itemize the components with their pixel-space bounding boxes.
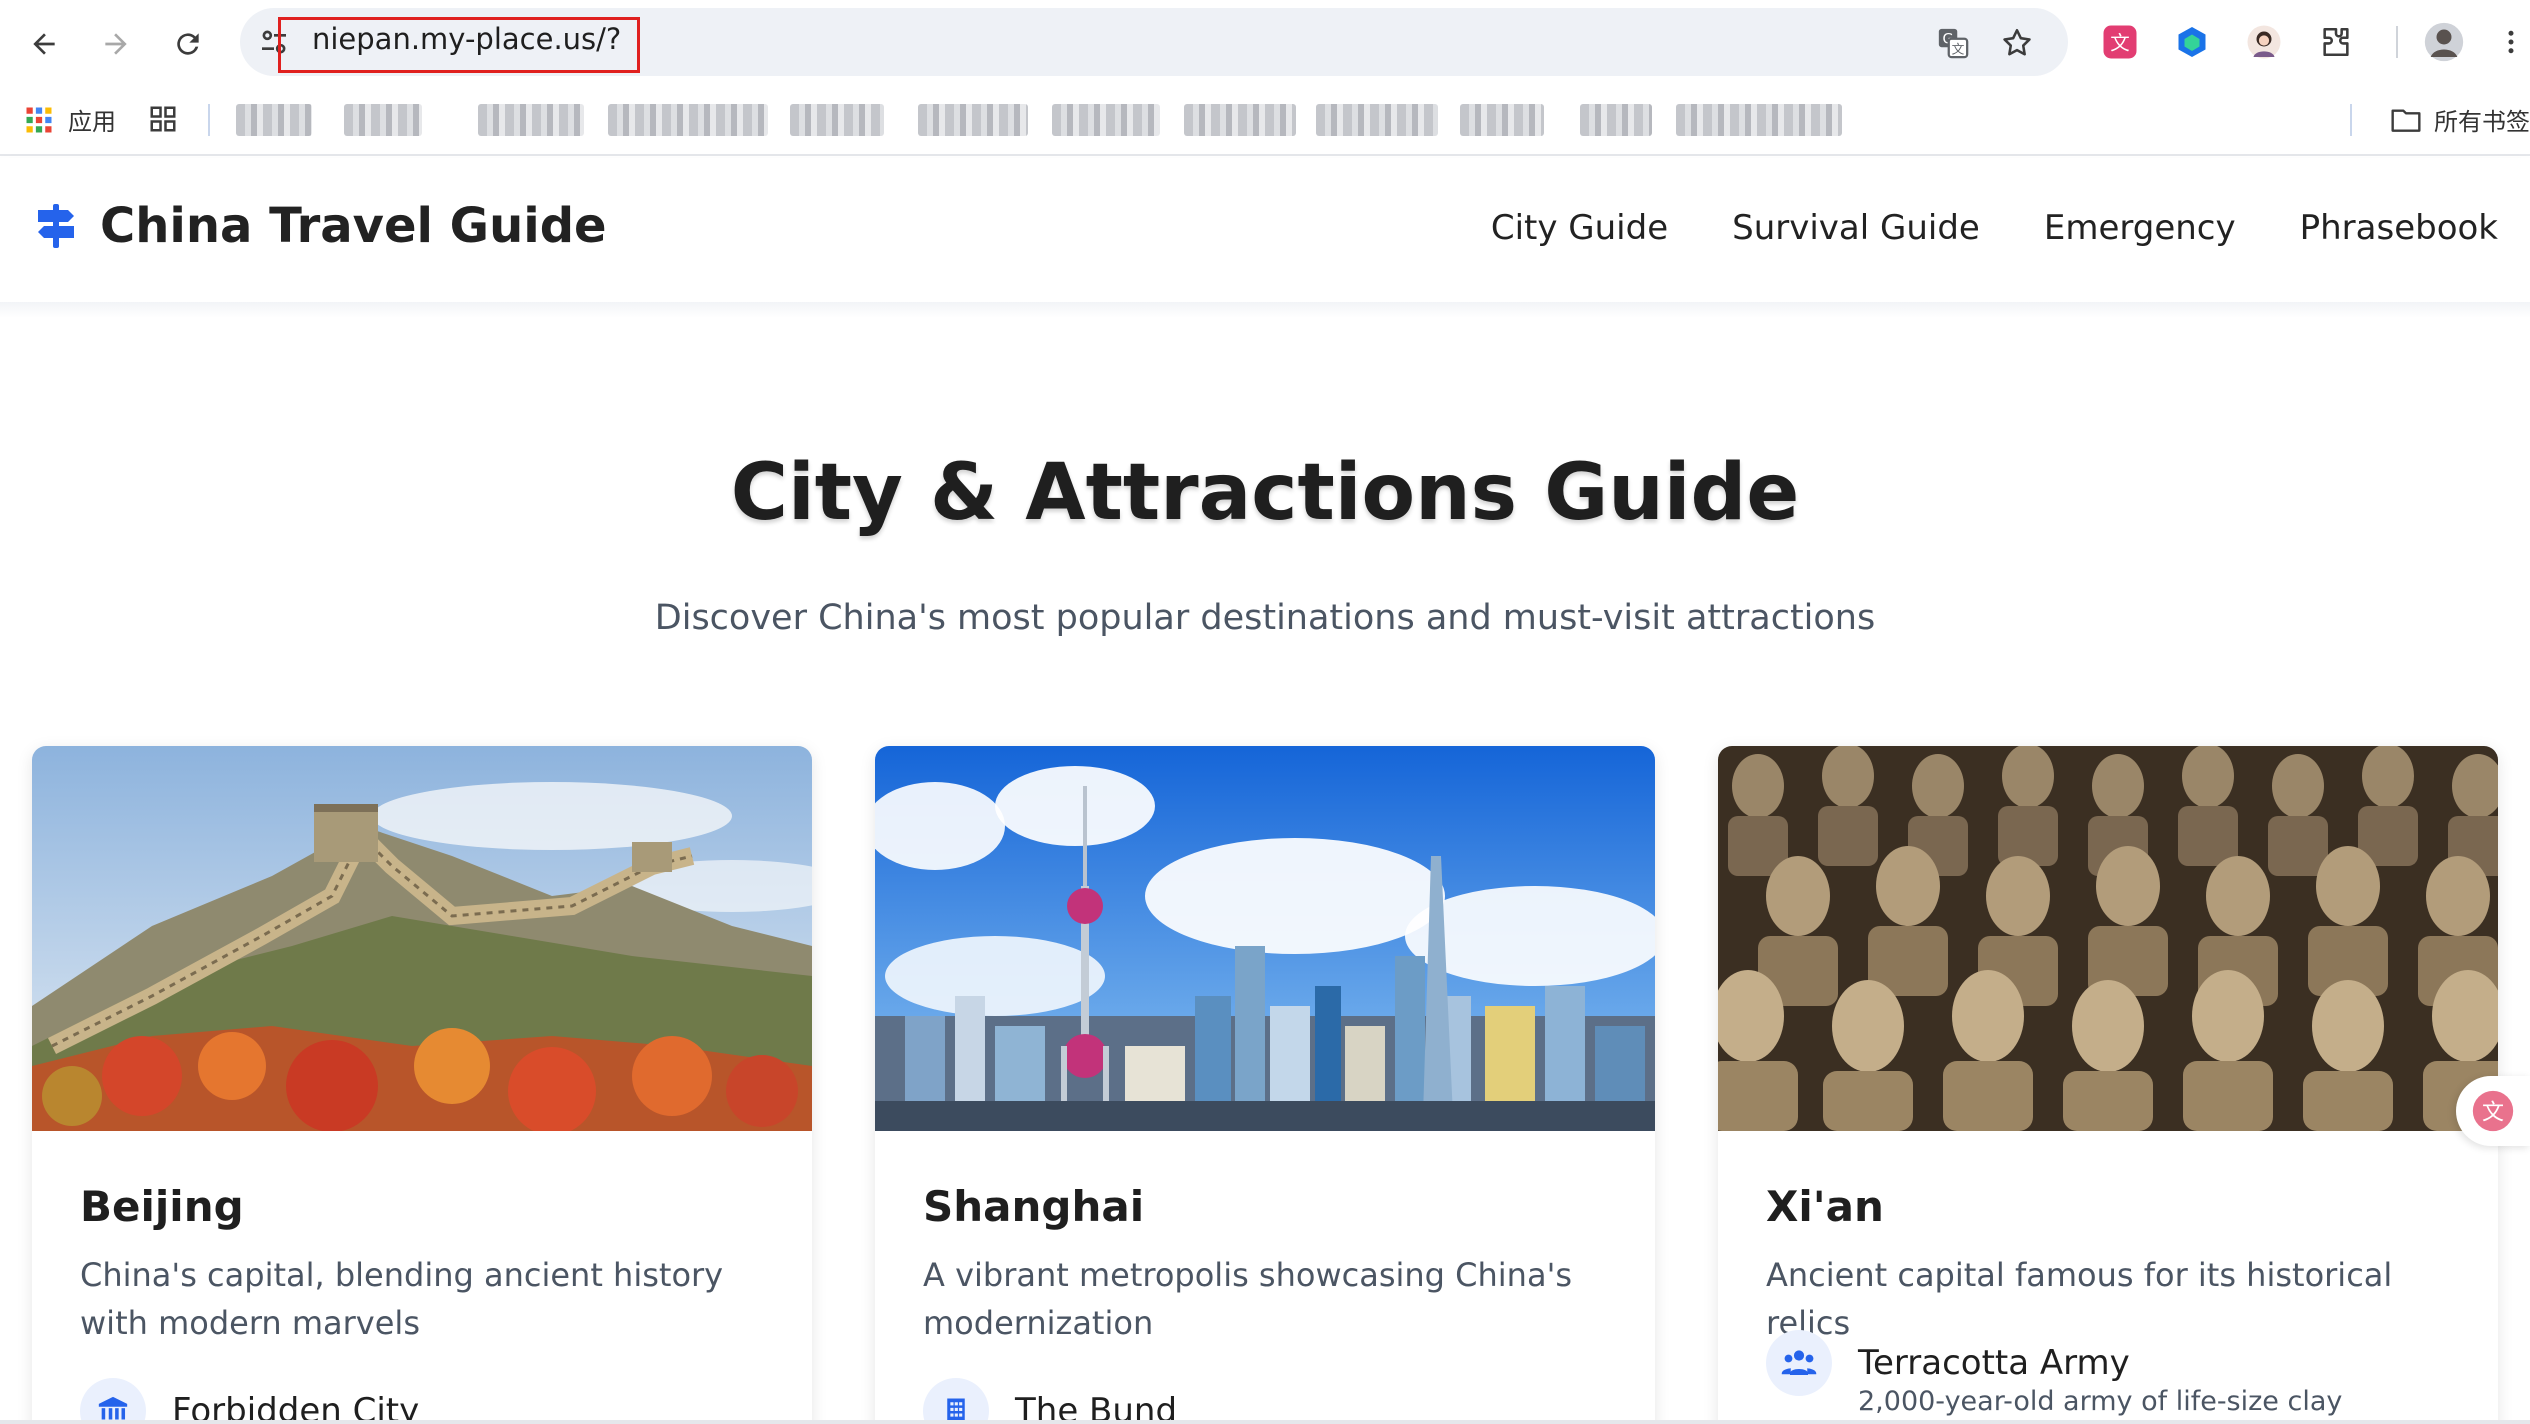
blurred-bookmark[interactable] [1676,104,1842,136]
viewport-bottom-edge [0,1420,2530,1424]
blurred-bookmark[interactable] [790,104,884,136]
great-wall-image [32,746,812,1131]
all-bookmarks-separator [2350,103,2352,136]
forward-arrow-icon [105,33,127,55]
page-title: City & Attractions Guide [730,448,1800,538]
attraction-name: Forbidden City [172,1391,420,1424]
blurred-bookmark[interactable] [478,104,584,136]
reload-icon [177,33,199,55]
back-button[interactable] [18,18,70,70]
city-card-shanghai[interactable]: Shanghai A vibrant metropolis showcasing… [875,746,1655,1424]
translate-extension-icon[interactable]: 文 [2100,22,2140,62]
forward-button[interactable] [90,18,142,70]
blurred-bookmark[interactable] [608,104,768,136]
svg-text:文: 文 [2110,32,2130,55]
translate-page-icon[interactable]: G 文 [1936,26,1970,60]
svg-text:文: 文 [1952,43,1965,58]
tab-groups-icon[interactable] [148,104,178,134]
browser-menu-icon[interactable] [2496,22,2526,62]
nav-city-guide[interactable]: City Guide [1491,208,1668,248]
terracotta-army-image [1718,746,2498,1131]
apps-shortcut[interactable]: 应用 [24,102,116,137]
attraction-detail: 2,000-year-old army of life-size clay [1858,1386,2343,1417]
blurred-bookmark[interactable] [344,104,422,136]
brand-title: China Travel Guide [100,198,607,254]
translate-icon: 文 [2472,1090,2514,1132]
blurred-bookmark[interactable] [918,104,1028,136]
attraction-name: Terracotta Army [1858,1343,2130,1383]
city-name: Beijing [80,1182,244,1231]
toolbar-divider [2396,26,2398,58]
city-name: Xi'an [1766,1182,1884,1231]
cube-extension-icon[interactable] [2172,22,2212,62]
attraction-item[interactable]: Terracotta Army 2,000-year-old army of l… [1766,1330,2342,1420]
all-bookmarks-label: 所有书签 [2434,108,2530,136]
nav-phrasebook[interactable]: Phrasebook [2300,208,2498,248]
header-shadow [0,302,2530,318]
city-description: China's capital, blending ancient histor… [80,1256,724,1342]
back-arrow-icon [33,33,55,55]
folder-icon [2391,108,2421,132]
apps-label: 应用 [68,108,116,136]
bookmarks-separator [208,104,210,136]
svg-text:文: 文 [2482,1100,2504,1125]
bookmarks-bar: 应用 所有书签 [0,84,2530,156]
reload-button[interactable] [162,18,214,70]
blurred-bookmark[interactable] [1184,104,1296,136]
site-brand[interactable]: China Travel Guide [32,198,607,254]
all-bookmarks[interactable]: 所有书签 [2350,102,2530,137]
city-card-beijing[interactable]: Beijing China's capital, blending ancien… [32,746,812,1424]
page-subtitle: Discover China's most popular destinatio… [654,598,1876,638]
signpost-icon [38,204,74,248]
blurred-bookmark[interactable] [1460,104,1544,136]
shanghai-skyline-image [875,746,1655,1131]
blurred-bookmark[interactable] [1316,104,1438,136]
site-header: China Travel Guide City Guide Survival G… [0,158,2530,302]
blurred-bookmark[interactable] [236,104,312,136]
attraction-item[interactable]: Forbidden City [80,1378,419,1424]
bookmark-star-icon[interactable] [2000,26,2034,60]
blurred-bookmark[interactable] [1052,104,1160,136]
browser-toolbar: niepan.my-place.us/? G 文 文 [0,0,2530,84]
city-card-xian[interactable]: Xi'an Ancient capital famous for its his… [1718,746,2498,1424]
building-icon [923,1378,989,1424]
apps-grid-icon [26,107,52,132]
landmark-icon [80,1378,146,1424]
nav-survival-guide[interactable]: Survival Guide [1732,208,1980,248]
blurred-bookmark[interactable] [1580,104,1652,136]
users-icon [1766,1330,1832,1396]
main-nav: City Guide Survival Guide Emergency Phra… [1491,208,2498,248]
url-highlight-box [278,17,640,73]
city-description: A vibrant metropolis showcasing China's … [923,1256,1573,1342]
profile-avatar-icon[interactable] [2424,22,2464,62]
avatar-extension-icon[interactable] [2244,22,2284,62]
extensions-puzzle-icon[interactable] [2316,22,2356,62]
attraction-item[interactable]: The Bund [923,1378,1177,1424]
floating-translate-button[interactable]: 文 [2456,1076,2530,1146]
attraction-name: The Bund [1015,1391,1178,1424]
city-name: Shanghai [923,1182,1145,1231]
nav-emergency[interactable]: Emergency [2044,208,2236,248]
